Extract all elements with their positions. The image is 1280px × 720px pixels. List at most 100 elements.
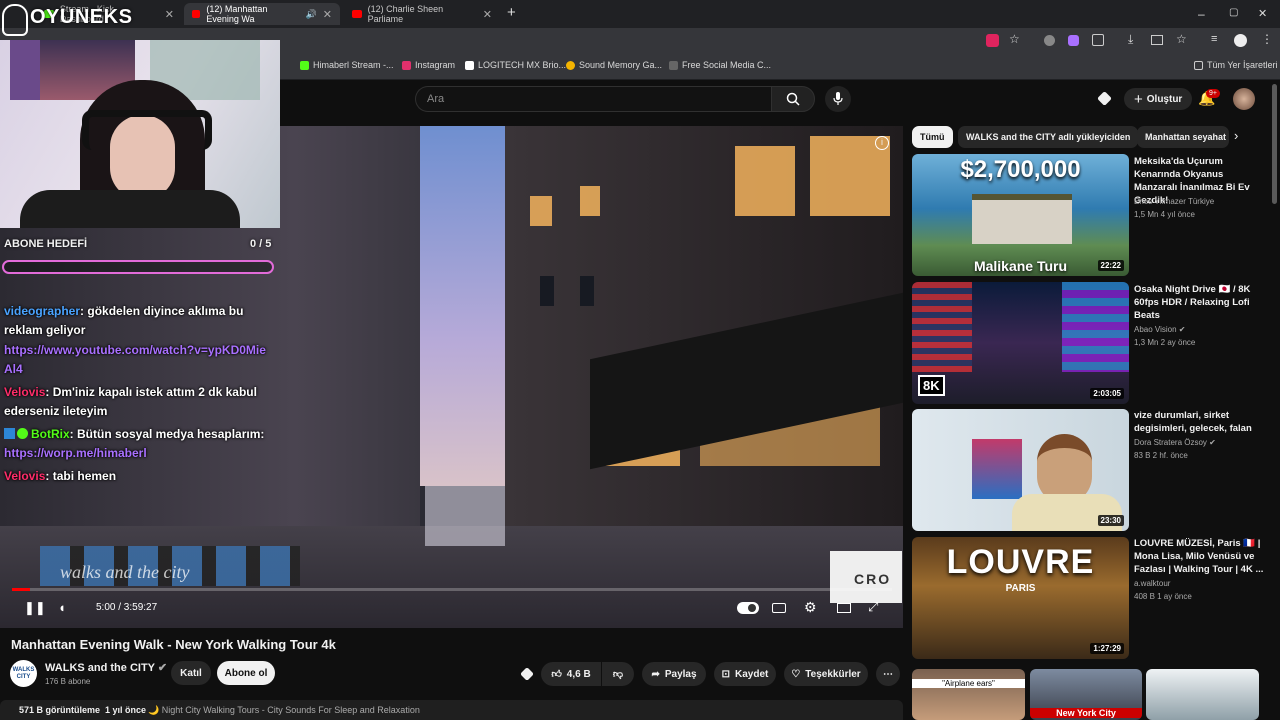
close-icon[interactable]: ✕: [483, 8, 492, 21]
thumbs-up-icon: 👍︎: [551, 669, 562, 680]
bookmark-instagram[interactable]: Instagram: [402, 60, 455, 70]
fullscreen-icon[interactable]: ⤢: [868, 599, 878, 615]
short-thumbnail[interactable]: [1146, 669, 1259, 720]
maximize-button[interactable]: ▢: [1229, 7, 1238, 18]
bookmark-free-social[interactable]: Free Social Media C...: [669, 60, 771, 70]
all-bookmarks[interactable]: Tüm Yer İşaretleri: [1194, 60, 1278, 70]
more-actions-button[interactable]: ⋯: [876, 662, 900, 686]
voice-search-button[interactable]: [825, 86, 851, 112]
chip-all[interactable]: Tümü: [912, 126, 953, 148]
info-icon[interactable]: i: [875, 136, 889, 150]
sub-goal-count: 0 / 5: [250, 238, 272, 250]
chip-uploader[interactable]: WALKS and the CITY adlı yükleyiciden: [958, 126, 1139, 148]
save-button[interactable]: ⊡ Kaydet: [714, 662, 776, 686]
tab-manhattan[interactable]: (12) Manhattan Evening Wa 🔊 ✕: [184, 3, 340, 25]
pause-button[interactable]: ❚❚: [24, 600, 46, 616]
recommended-title[interactable]: Osaka Night Drive 🇯🇵 / 8K 60fps HDR / Re…: [1134, 283, 1264, 322]
video-title: Manhattan Evening Walk - New York Walkin…: [11, 637, 336, 652]
recommended-channel[interactable]: Abao Vision ✔: [1134, 325, 1274, 334]
recommended-thumbnail[interactable]: 23:30: [912, 409, 1129, 531]
scrollbar-thumb[interactable]: [1272, 84, 1277, 204]
recommended-thumbnail[interactable]: 8K 2:03:05: [912, 282, 1129, 404]
download-icon[interactable]: ⤓: [1128, 32, 1133, 47]
chevron-right-icon[interactable]: ›: [1234, 128, 1238, 143]
share-button[interactable]: ➦ Paylaş: [642, 662, 706, 686]
sub-goal-label: ABONE HEDEFİ: [4, 238, 88, 250]
progress-bar[interactable]: [12, 588, 892, 591]
microphone-icon: [833, 92, 843, 105]
join-button[interactable]: Katıl: [171, 661, 211, 685]
channel-name[interactable]: WALKS and the CITY ✔: [45, 661, 167, 674]
create-button[interactable]: + Oluştur: [1124, 88, 1193, 110]
chat-message: Velovis: tabi hemen: [4, 469, 117, 483]
kick-icon: [300, 60, 309, 70]
recommended-meta: 1,3 Mn 2 ay önce: [1134, 338, 1196, 347]
description-text: 🌙 Night City Walking Tours - City Sounds…: [148, 705, 420, 715]
plus-icon: +: [1134, 90, 1143, 108]
verified-icon: ✔: [157, 662, 168, 674]
avatar[interactable]: [1233, 88, 1255, 110]
record-icon[interactable]: [986, 34, 999, 47]
profile-icon[interactable]: [1234, 34, 1247, 47]
kebab-menu-icon[interactable]: ⋮: [1261, 32, 1273, 46]
recommended-channel[interactable]: a.walktour: [1134, 579, 1274, 588]
webcam-feed: [0, 40, 280, 228]
overlay-logo: OYUNEKS: [0, 0, 140, 40]
short-thumbnail[interactable]: "Airplane ears": [912, 669, 1025, 720]
menu-list-icon[interactable]: ≡: [1211, 33, 1217, 45]
search-icon: [786, 92, 800, 106]
recommended-thumbnail[interactable]: LOUVRE PARIS 1:27:29: [912, 537, 1129, 659]
search-button[interactable]: [771, 86, 815, 112]
volume-button[interactable]: ◖: [58, 600, 66, 615]
bookmark-sound-memory[interactable]: Sound Memory Ga...: [566, 60, 662, 70]
chat-message: Velovis: Dm'iniz kapalı istek attım 2 dk…: [4, 385, 257, 418]
share-icon: ➦: [651, 668, 660, 680]
like-button[interactable]: 👍︎ 4,6 B: [541, 662, 601, 686]
extension-icon[interactable]: [1068, 35, 1079, 46]
chat-link[interactable]: https://www.youtube.com/watch?v=ypKD0Mie…: [4, 341, 274, 379]
bookmark-icon: ⊡: [721, 668, 731, 680]
bookmark-logitech[interactable]: LOGITECH MX Brio...: [465, 60, 566, 70]
settings-icon[interactable]: ⚙: [804, 599, 817, 616]
favorites-icon[interactable]: ☆: [1176, 32, 1187, 46]
recommended-title[interactable]: vize durumlari, sirket degisimleri, gele…: [1134, 409, 1264, 435]
speaker-icon[interactable]: 🔊: [306, 9, 317, 20]
ask-icon[interactable]: [520, 667, 534, 681]
bookmark-himaberl[interactable]: Himaberl Stream -...: [300, 60, 394, 70]
extension-icon[interactable]: [1044, 35, 1055, 46]
recommended-channel[interactable]: Enes Yılmazer Türkiye: [1134, 197, 1274, 206]
search-input[interactable]: Ara: [415, 86, 771, 112]
close-icon[interactable]: ✕: [165, 8, 174, 21]
puzzle-icon[interactable]: [1092, 34, 1104, 46]
short-thumbnail[interactable]: New York City: [1030, 669, 1142, 720]
theater-mode-icon[interactable]: [837, 603, 851, 613]
subscribe-button[interactable]: Abone ol: [217, 661, 275, 685]
tab-charlie-sheen[interactable]: (12) Charlie Sheen Parliame ✕: [344, 3, 500, 25]
page-icon: [669, 60, 678, 70]
logitech-icon: [465, 60, 474, 70]
chip-manhattan[interactable]: Manhattan seyahat: [1137, 126, 1229, 148]
recommended-thumbnail[interactable]: $2,700,000 Malikane Turu 22:22: [912, 154, 1129, 276]
autoplay-toggle[interactable]: [737, 602, 759, 614]
star-icon[interactable]: ☆: [1009, 32, 1020, 46]
channel-avatar[interactable]: WALKS CITY: [10, 660, 37, 687]
dislike-button[interactable]: 👎︎: [602, 662, 634, 686]
notification-badge: 9+: [1206, 89, 1220, 98]
time-display: 5:00 / 3:59:27: [96, 602, 158, 613]
window-close-button[interactable]: ✕: [1258, 7, 1267, 20]
chat-link[interactable]: https://worp.me/himaberl: [4, 444, 274, 463]
stream-chat: ABONE HEDEFİ 0 / 5 videographer: gökdele…: [0, 228, 280, 498]
subscriber-count: 176 B abone: [45, 677, 91, 686]
instagram-icon: [402, 60, 411, 70]
verified-icon: ✔: [1178, 325, 1186, 334]
mascot-icon: [2, 4, 28, 36]
browser-tab-bar: Stream - Kick Dashboard ✕ (12) Manhattan…: [0, 0, 1280, 28]
subtitles-icon[interactable]: [772, 603, 786, 613]
new-tab-button[interactable]: +: [507, 4, 516, 21]
close-icon[interactable]: ✕: [323, 8, 332, 21]
thanks-button[interactable]: ♡ Teşekkürler: [784, 662, 868, 686]
recommended-channel[interactable]: Dora Stratera Özsoy ✔: [1134, 438, 1274, 447]
sidepanel-icon[interactable]: [1151, 35, 1163, 45]
minimize-button[interactable]: –: [1198, 7, 1205, 21]
recommended-title[interactable]: LOUVRE MÜZESİ, Paris 🇫🇷 | Mona Lisa, Mil…: [1134, 537, 1264, 576]
